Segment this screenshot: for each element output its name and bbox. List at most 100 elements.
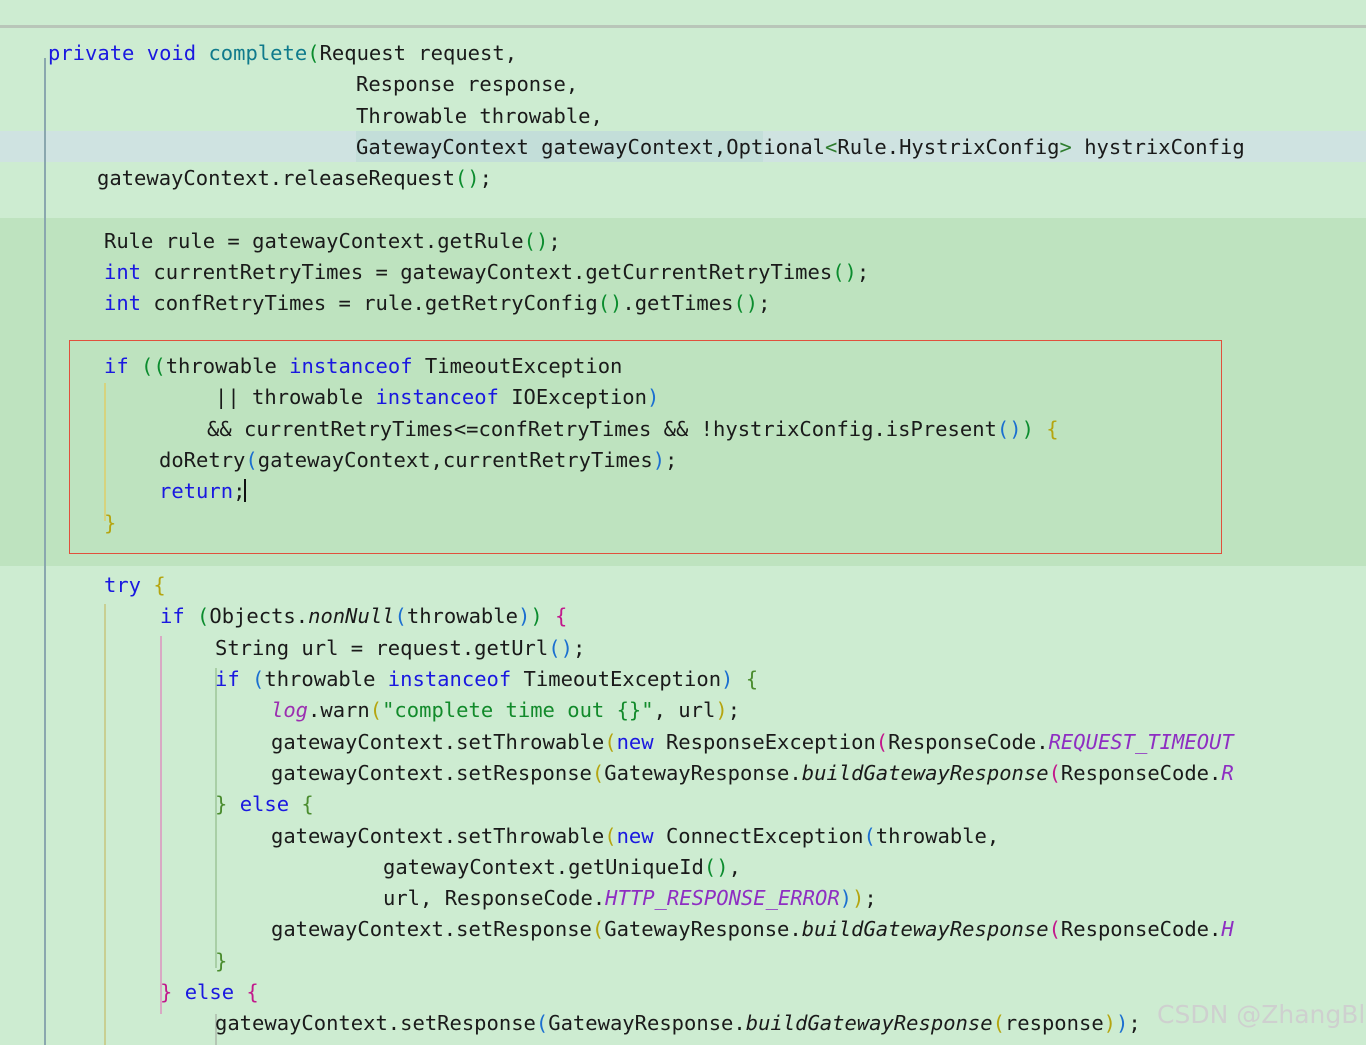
code-token: ( [369,698,383,723]
code-token: gatewayContext.setResponse [271,760,592,785]
code-token: ; [548,228,561,253]
code-token: else [239,792,290,817]
code-line[interactable]: gatewayContext.setThrowable(new Response… [0,727,1234,758]
code-token: ) [646,385,660,410]
code-line[interactable]: gatewayContext.setResponse(GatewayRespon… [0,758,1234,789]
code-token: throwable [406,604,518,629]
code-line[interactable]: gatewayContext.setResponse(GatewayRespon… [0,914,1234,945]
code-line[interactable]: int confRetryTimes = rule.getRetryConfig… [0,288,771,319]
code-token: ResponseException [653,729,876,754]
code-token: "complete time out {}" [382,698,654,723]
code-token: , [728,854,741,879]
code-token: } [160,980,173,1004]
code-line[interactable]: if ((throwable instanceof TimeoutExcepti… [0,351,622,382]
code-token: doRetry [159,447,246,472]
code-token: gatewayContext.releaseRequest [97,166,455,191]
code-token: ( [863,823,876,848]
code-token: || throwable [215,385,376,410]
code-line[interactable]: && currentRetryTimes<=confRetryTimes && … [0,414,1059,445]
code-token: if [160,604,185,629]
code-editor-viewport[interactable]: private void complete(Request request, Re… [0,0,1366,1045]
code-token: ) [852,886,865,911]
code-token: ( [245,447,258,472]
code-token: ) [517,604,531,629]
code-line[interactable]: } [0,508,116,539]
code-token: () [548,635,573,660]
code-token: TimeoutException [412,354,623,378]
code-token: GatewayResponse. [604,917,802,942]
code-token: int [104,260,142,285]
code-line[interactable]: if (Objects.nonNull(throwable)) { [0,601,567,632]
code-token: , url [653,698,716,723]
code-token: HTTP_RESPONSE_ERROR [605,886,840,911]
code-token: ( [535,1011,549,1036]
code-token: ) [1116,1011,1129,1036]
code-token: ; [758,291,771,316]
code-token: ) [721,667,734,691]
code-token: gatewayContext.getUniqueId [383,854,704,879]
code-line[interactable]: } else { [0,789,314,820]
code-token: { [745,667,759,691]
code-token: ( [591,917,605,942]
code-token: void [146,41,197,65]
code-token: buildGatewayResponse [801,917,1049,942]
code-token: () [733,291,759,316]
code-token: ( [875,729,889,754]
code-token: } [104,510,117,535]
code-line[interactable]: GatewayContext gatewayContext,Optional<R… [0,132,1245,163]
code-token: Throwable throwable, [356,103,603,128]
code-token: Rule.HystrixConfig [837,134,1060,159]
code-token: hystrixConfig [1071,134,1245,159]
code-token: if [215,667,240,691]
code-line[interactable]: private void complete(Request request, [0,38,517,69]
code-line[interactable]: if (throwable instanceof TimeoutExceptio… [0,664,758,695]
code-token: throwable, [875,823,1000,848]
code-line[interactable]: url, ResponseCode.HTTP_RESPONSE_ERROR)); [0,883,877,914]
code-line[interactable]: return; [0,476,247,507]
code-token: try [104,573,142,598]
code-token: } [215,792,228,817]
code-token: ( [307,41,320,65]
code-token: Response response, [356,72,579,97]
code-line[interactable]: Throwable throwable, [0,101,603,132]
code-line[interactable]: try { [0,570,166,601]
code-token: instanceof [289,354,413,378]
code-token: ( [197,604,210,629]
code-line[interactable]: gatewayContext.releaseRequest(); [0,163,492,194]
code-token: ( [1048,760,1061,785]
code-line[interactable]: } else { [0,977,259,1008]
code-line[interactable]: String url = request.getUrl(); [0,633,585,664]
code-token: () [454,166,480,191]
code-token: (( [141,354,166,378]
code-token: ( [591,760,605,785]
code-token: .getTimes [622,291,734,316]
code-token: ; [864,886,877,911]
code-token: ; [479,166,492,191]
code-token: () [597,291,623,316]
code-token: ResponseCode. [888,729,1049,754]
code-line[interactable]: || throwable instanceof IOException) [0,382,659,413]
code-line[interactable]: Rule rule = gatewayContext.getRule(); [0,226,561,257]
code-token: ; [572,635,586,660]
code-line[interactable]: gatewayContext.setResponse(GatewayRespon… [0,1008,1141,1039]
code-token: throwable [165,354,290,378]
code-line[interactable]: gatewayContext.getUniqueId(), [0,852,741,883]
code-line[interactable]: doRetry(gatewayContext,currentRetryTimes… [0,445,677,476]
code-line[interactable]: log.warn("complete time out {}", url); [0,695,740,726]
code-token: response [1004,1011,1104,1036]
code-token: gatewayContext.setResponse [271,917,592,942]
code-line[interactable]: } [0,946,227,977]
code-token: int [104,291,142,316]
code-line[interactable]: Response response, [0,69,578,100]
code-line[interactable]: int currentRetryTimes = gatewayContext.g… [0,257,869,288]
code-text-layer[interactable]: private void complete(Request request, Re… [0,0,1366,1045]
code-line[interactable]: gatewayContext.setThrowable(new ConnectE… [0,821,999,852]
code-token: else [184,980,235,1004]
code-token: ( [604,729,617,754]
